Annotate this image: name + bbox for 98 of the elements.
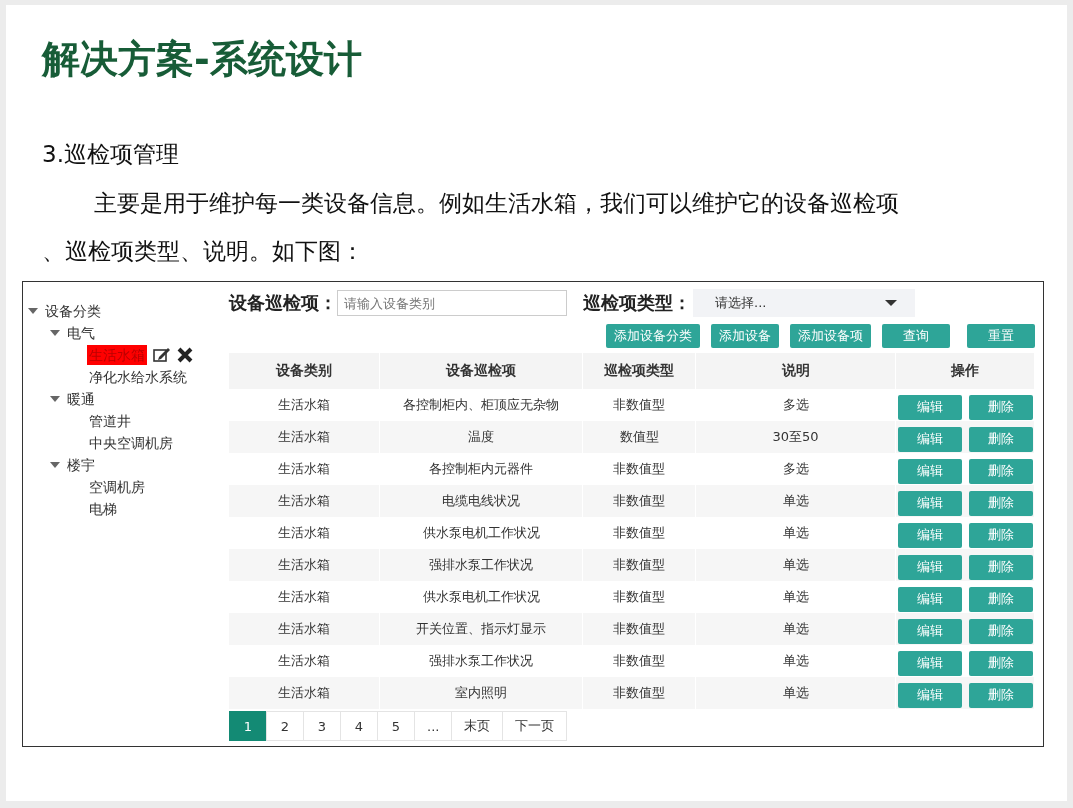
row-action-button[interactable]: 编辑: [898, 522, 962, 548]
toolbar-button[interactable]: 添加设备项: [790, 324, 871, 348]
table-cell: 多选: [695, 389, 896, 421]
row-action-button[interactable]: 编辑: [898, 682, 962, 708]
table-cell: 非数值型: [582, 517, 696, 549]
page-button[interactable]: 5: [377, 711, 415, 741]
row-action-button[interactable]: 编辑: [898, 458, 962, 484]
table-cell: 生活水箱: [229, 677, 380, 709]
table-cell: 生活水箱: [229, 485, 380, 517]
tree-item[interactable]: 楼宇: [65, 455, 97, 475]
row-action-button[interactable]: 删除: [968, 458, 1033, 484]
row-action-button[interactable]: 编辑: [898, 618, 962, 644]
page-button[interactable]: 末页: [451, 711, 504, 741]
row-action-button[interactable]: 删除: [968, 554, 1033, 580]
column-header: 设备类别: [229, 353, 380, 389]
tree-item[interactable]: 生活水箱: [87, 345, 147, 365]
table-cell: 开关位置、指示灯显示: [379, 613, 583, 645]
table-cell: 非数值型: [582, 645, 696, 677]
table-cell: 生活水箱: [229, 517, 380, 549]
section-heading: 3.巡检项管理: [42, 140, 180, 169]
column-header: 巡检项类型: [582, 353, 696, 389]
type-dropdown[interactable]: 请选择...: [693, 289, 915, 317]
column-header: 操作: [895, 353, 1035, 389]
page-button[interactable]: 下一页: [502, 711, 568, 741]
table-cell: 强排水泵工作状况: [379, 645, 583, 677]
table-cell: 生活水箱: [229, 453, 380, 485]
tree-item[interactable]: 空调机房: [87, 477, 147, 497]
table-cell: 生活水箱: [229, 389, 380, 421]
table-cell: 生活水箱: [229, 581, 380, 613]
table-cell: 非数值型: [582, 549, 696, 581]
page-button[interactable]: 4: [340, 711, 378, 741]
table-cell: 数值型: [582, 421, 696, 453]
search-field[interactable]: 请输入设备类别: [337, 290, 567, 316]
page-button[interactable]: 2: [266, 711, 304, 741]
row-action-button[interactable]: 删除: [968, 490, 1033, 516]
toolbar-button[interactable]: 添加设备: [711, 324, 779, 348]
row-action-button[interactable]: 删除: [968, 586, 1033, 612]
tree-item[interactable]: 净化水给水系统: [87, 367, 189, 387]
table-cell: 非数值型: [582, 581, 696, 613]
page-button[interactable]: 1: [229, 711, 267, 741]
table-cell: 生活水箱: [229, 645, 380, 677]
table-cell: 单选: [695, 645, 896, 677]
table-cell: 单选: [695, 581, 896, 613]
tree-item[interactable]: 电梯: [87, 499, 119, 519]
table-cell: 生活水箱: [229, 549, 380, 581]
page-button[interactable]: ...: [414, 711, 453, 741]
row-action-button[interactable]: 删除: [968, 618, 1033, 644]
table-cell: 非数值型: [582, 485, 696, 517]
table-cell: 各控制柜内、柜顶应无杂物: [379, 389, 583, 421]
row-action-button[interactable]: 编辑: [898, 394, 962, 420]
table-cell: 供水泵电机工作状况: [379, 581, 583, 613]
row-action-button[interactable]: 编辑: [898, 426, 962, 452]
dropdown-caret-icon: [885, 300, 897, 306]
table-cell: 单选: [695, 485, 896, 517]
description-paragraph: 主要是用于维护每一类设备信息。例如生活水箱，我们可以维护它的设备巡检项 、巡检项类型、说明。如下图：: [42, 189, 900, 266]
table-cell: 非数值型: [582, 389, 696, 421]
slide-title: 解决方案-系统设计: [42, 36, 363, 83]
row-action-button[interactable]: 编辑: [898, 586, 962, 612]
table-cell: 非数值型: [582, 677, 696, 709]
table-cell: 30至50: [695, 421, 896, 453]
table-cell: 室内照明: [379, 677, 583, 709]
table-cell: 非数值型: [582, 453, 696, 485]
table-cell: 强排水泵工作状况: [379, 549, 583, 581]
table-cell: 单选: [695, 517, 896, 549]
table-cell: 电缆电线状况: [379, 485, 583, 517]
column-header: 说明: [695, 353, 896, 389]
field-label: 设备巡检项：: [229, 291, 337, 315]
tree-item[interactable]: 管道井: [87, 411, 133, 431]
row-action-button[interactable]: 编辑: [898, 554, 962, 580]
tree-item[interactable]: 中央空调机房: [87, 433, 175, 453]
table-cell: 单选: [695, 677, 896, 709]
table-cell: 单选: [695, 549, 896, 581]
tree-item[interactable]: 设备分类: [43, 301, 103, 321]
row-action-button[interactable]: 删除: [968, 650, 1033, 676]
tree-item[interactable]: 暖通: [65, 389, 97, 409]
row-action-button[interactable]: 删除: [968, 426, 1033, 452]
delete-icon[interactable]: [177, 347, 193, 363]
row-action-button[interactable]: 删除: [968, 682, 1033, 708]
toolbar-button[interactable]: 查询: [882, 324, 950, 348]
table-cell: 单选: [695, 613, 896, 645]
row-action-button[interactable]: 编辑: [898, 490, 962, 516]
row-action-button[interactable]: 删除: [968, 394, 1033, 420]
edit-icon[interactable]: [153, 347, 171, 363]
table-cell: 供水泵电机工作状况: [379, 517, 583, 549]
toolbar-button[interactable]: 添加设备分类: [606, 324, 700, 348]
table-cell: 多选: [695, 453, 896, 485]
table-cell: 生活水箱: [229, 613, 380, 645]
toolbar-button[interactable]: 重置: [967, 324, 1035, 348]
table-cell: 生活水箱: [229, 421, 380, 453]
page-button[interactable]: 3: [303, 711, 341, 741]
column-header: 设备巡检项: [379, 353, 583, 389]
table-cell: 温度: [379, 421, 583, 453]
table-cell: 各控制柜内元器件: [379, 453, 583, 485]
row-action-button[interactable]: 编辑: [898, 650, 962, 676]
table-cell: 非数值型: [582, 613, 696, 645]
row-action-button[interactable]: 删除: [968, 522, 1033, 548]
tree-item[interactable]: 电气: [65, 323, 97, 343]
field-label: 巡检项类型：: [583, 291, 691, 315]
